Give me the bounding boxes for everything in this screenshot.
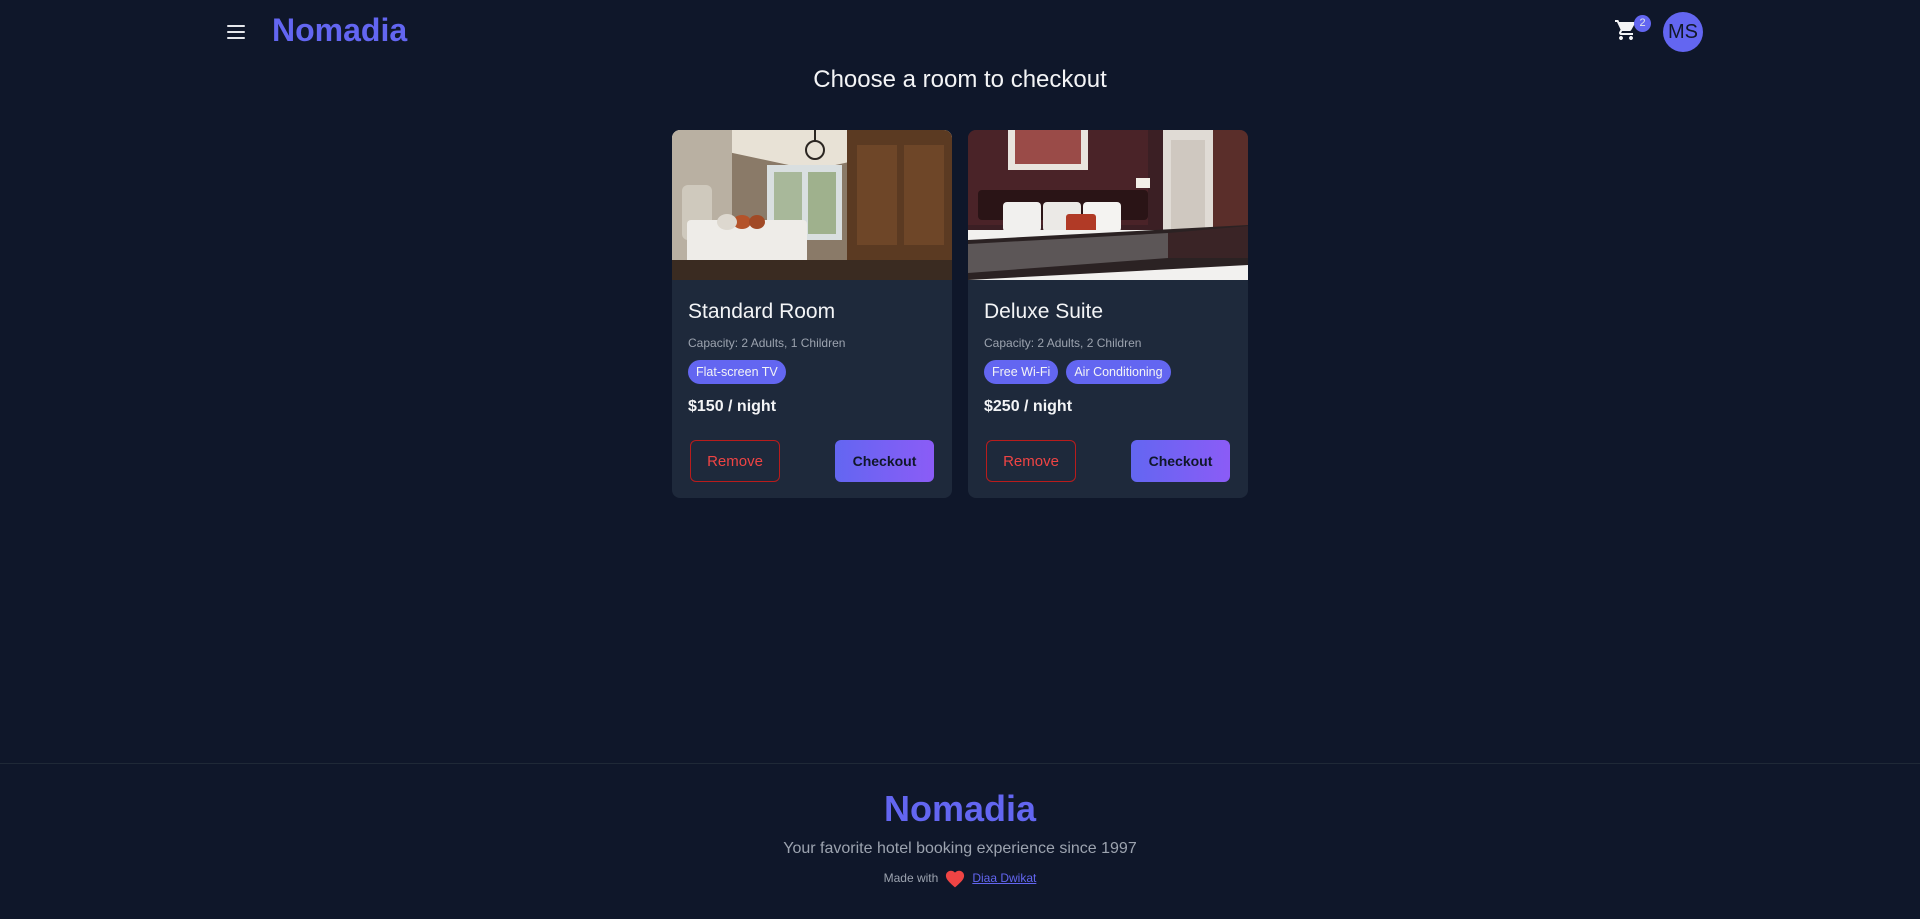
room-capacity: Capacity: 2 Adults, 1 Children [688,336,846,350]
user-avatar[interactable]: MS [1663,12,1703,52]
room-name: Deluxe Suite [984,300,1104,323]
room-card: Standard Room Capacity: 2 Adults, 1 Chil… [672,130,952,498]
heart-icon [946,870,965,888]
room-image [968,130,1248,280]
room-price: $150 / night [688,398,777,415]
card-actions: Remove Checkout [986,440,1230,482]
checkout-button[interactable]: Checkout [1131,440,1230,482]
footer-brand: Nomadia [883,788,1037,829]
amenity-tag: Free Wi-Fi [984,360,1059,384]
amenity-tag: Flat-screen TV [688,360,786,384]
amenity-tags: Free Wi-Fi Air Conditioning [984,360,1232,384]
brand-logo[interactable]: Nomadia [272,12,407,49]
header: Nomadia 2 MS [0,0,1920,64]
menu-icon[interactable] [224,20,248,44]
room-name: Standard Room [688,300,836,323]
room-card: Deluxe Suite Capacity: 2 Adults, 2 Child… [968,130,1248,498]
room-capacity: Capacity: 2 Adults, 2 Children [984,336,1142,350]
page-title: Choose a room to checkout [813,66,1107,93]
footer-tagline: Your favorite hotel booking experience s… [783,840,1137,857]
cart-count-badge: 2 [1634,15,1651,32]
remove-button[interactable]: Remove [986,440,1076,482]
amenity-tag: Air Conditioning [1066,360,1171,384]
amenity-tags: Flat-screen TV [688,360,936,384]
footer-credits: Made with Diaa Dwikat [0,868,1920,888]
card-actions: Remove Checkout [690,440,934,482]
page: Nomadia 2 MS Choose a room to checkout S… [0,0,1920,919]
made-with-label: Made with [883,871,939,885]
remove-button[interactable]: Remove [690,440,780,482]
cart-button[interactable]: 2 [1614,15,1651,48]
author-link[interactable]: Diaa Dwikat [972,871,1036,885]
room-price: $250 / night [984,398,1073,415]
checkout-button[interactable]: Checkout [835,440,934,482]
room-image [672,130,952,280]
footer: Nomadia Your favorite hotel booking expe… [0,763,1920,919]
room-card-list: Standard Room Capacity: 2 Adults, 1 Chil… [672,130,1248,498]
